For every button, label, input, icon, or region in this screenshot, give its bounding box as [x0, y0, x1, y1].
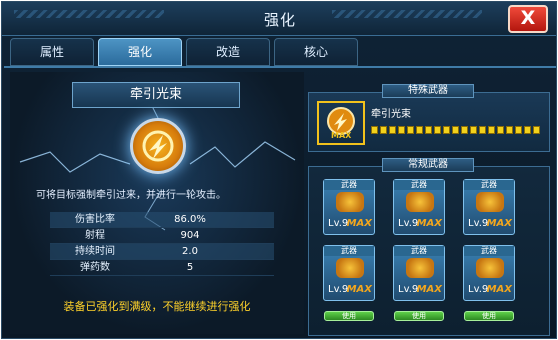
level-segment [416, 126, 423, 134]
special-level-bar [371, 126, 540, 134]
item-description: 可将目标强制牵引过来，并进行一轮攻击。 [36, 190, 226, 201]
weapon-icon [336, 192, 364, 212]
weapon-level: Lv.9 [468, 284, 489, 295]
level-segment [506, 126, 513, 134]
level-segment [371, 126, 378, 134]
weapon-max-label: MAX [486, 284, 512, 295]
stat-row: 射程 904 [50, 228, 274, 244]
special-weapon-name: 牵引光束 [371, 109, 411, 120]
stat-value: 86.0% [174, 214, 206, 225]
level-segment [497, 126, 504, 134]
stat-value: 904 [180, 230, 200, 241]
weapon-icon [406, 258, 434, 278]
weapon-icon [406, 192, 434, 212]
level-segment [461, 126, 468, 134]
level-segment [389, 126, 396, 134]
tab-enhance[interactable]: 强化 [98, 38, 182, 66]
stat-label: 弹药数 [80, 262, 110, 273]
normal-weapons-title: 常规武器 [382, 158, 474, 172]
tab-bar: 属性 强化 改造 核心 [10, 38, 358, 68]
stat-row: 伤害比率 86.0% [50, 212, 274, 228]
item-name: 牵引光束 [72, 82, 240, 108]
weapon-card[interactable]: 武器 Lv.9 MAX [393, 245, 445, 301]
gear-beam-icon [142, 130, 174, 162]
item-detail-panel: 牵引光束 可将目标强制牵引过来，并进行一轮攻击。 伤害比率 86.0% 射程 9… [10, 72, 304, 334]
stat-label: 持续时间 [75, 246, 115, 257]
normal-weapons-panel: 武器 Lv.9 MAX 武器 Lv.9 MAX 武器 Lv.9 MAX 武器 L… [308, 166, 550, 336]
weapon-level: Lv.9 [398, 284, 419, 295]
weapon-level: Lv.9 [328, 218, 349, 229]
weapon-card-head: 武器 [464, 246, 514, 256]
special-weapon-panel[interactable]: MAX 牵引光束 [308, 92, 550, 152]
weapon-card[interactable]: 武器 Lv.9 MAX [463, 245, 515, 301]
weapon-card[interactable]: 武器 Lv.9 MAX [463, 179, 515, 235]
level-segment [380, 126, 387, 134]
level-segment [452, 126, 459, 134]
use-button[interactable]: 使用 [394, 311, 444, 321]
tractor-beam-icon [130, 118, 186, 174]
weapon-icon [476, 258, 504, 278]
use-button[interactable]: 使用 [324, 311, 374, 321]
weapon-card-head: 武器 [464, 180, 514, 190]
special-max-label: MAX [331, 131, 352, 140]
weapon-card-head: 武器 [394, 180, 444, 190]
special-weapon-title: 特殊武器 [382, 84, 474, 98]
level-segment [434, 126, 441, 134]
weapon-max-label: MAX [416, 284, 442, 295]
stat-label: 射程 [85, 230, 105, 241]
weapon-level: Lv.9 [468, 218, 489, 229]
weapon-icon [336, 258, 364, 278]
level-segment [488, 126, 495, 134]
level-segment [470, 126, 477, 134]
weapon-max-label: MAX [416, 218, 442, 229]
level-segment [443, 126, 450, 134]
stat-row: 持续时间 2.0 [50, 244, 274, 260]
level-segment [425, 126, 432, 134]
close-button[interactable]: X [508, 5, 548, 33]
level-segment [533, 126, 540, 134]
weapon-max-label: MAX [346, 218, 372, 229]
level-segment [524, 126, 531, 134]
stat-row: 弹药数 5 [50, 260, 274, 276]
enhance-window: 强化 X 属性 强化 改造 核心 牵引光束 可将目标强制牵引过来，并进行一轮攻击… [1, 1, 557, 339]
level-segment [398, 126, 405, 134]
tab-modify[interactable]: 改造 [186, 38, 270, 66]
weapon-max-label: MAX [486, 218, 512, 229]
special-weapon-icon: MAX [317, 101, 365, 145]
level-segment [407, 126, 414, 134]
stat-value: 2.0 [182, 246, 198, 257]
tab-underline [4, 66, 556, 68]
weapon-icon [476, 192, 504, 212]
tab-attributes[interactable]: 属性 [10, 38, 94, 66]
weapon-card-head: 武器 [394, 246, 444, 256]
weapon-card-head: 武器 [324, 180, 374, 190]
stat-value: 5 [186, 262, 194, 273]
tab-core[interactable]: 核心 [274, 38, 358, 66]
stat-label: 伤害比率 [75, 214, 115, 225]
weapon-card[interactable]: 武器 Lv.9 MAX [323, 179, 375, 235]
stats-table: 伤害比率 86.0% 射程 904 持续时间 2.0 弹药数 5 [50, 212, 274, 276]
weapon-level: Lv.9 [328, 284, 349, 295]
weapon-level: Lv.9 [398, 218, 419, 229]
weapon-card[interactable]: 武器 Lv.9 MAX [393, 179, 445, 235]
weapon-card-head: 武器 [324, 246, 374, 256]
level-segment [515, 126, 522, 134]
title-bar: 强化 X [2, 2, 556, 36]
use-button[interactable]: 使用 [464, 311, 514, 321]
window-title: 强化 [263, 11, 296, 29]
weapon-card[interactable]: 武器 Lv.9 MAX [323, 245, 375, 301]
max-level-notice: 装备已强化到满级，不能继续进行强化 [63, 300, 251, 313]
level-segment [479, 126, 486, 134]
weapon-max-label: MAX [346, 284, 372, 295]
